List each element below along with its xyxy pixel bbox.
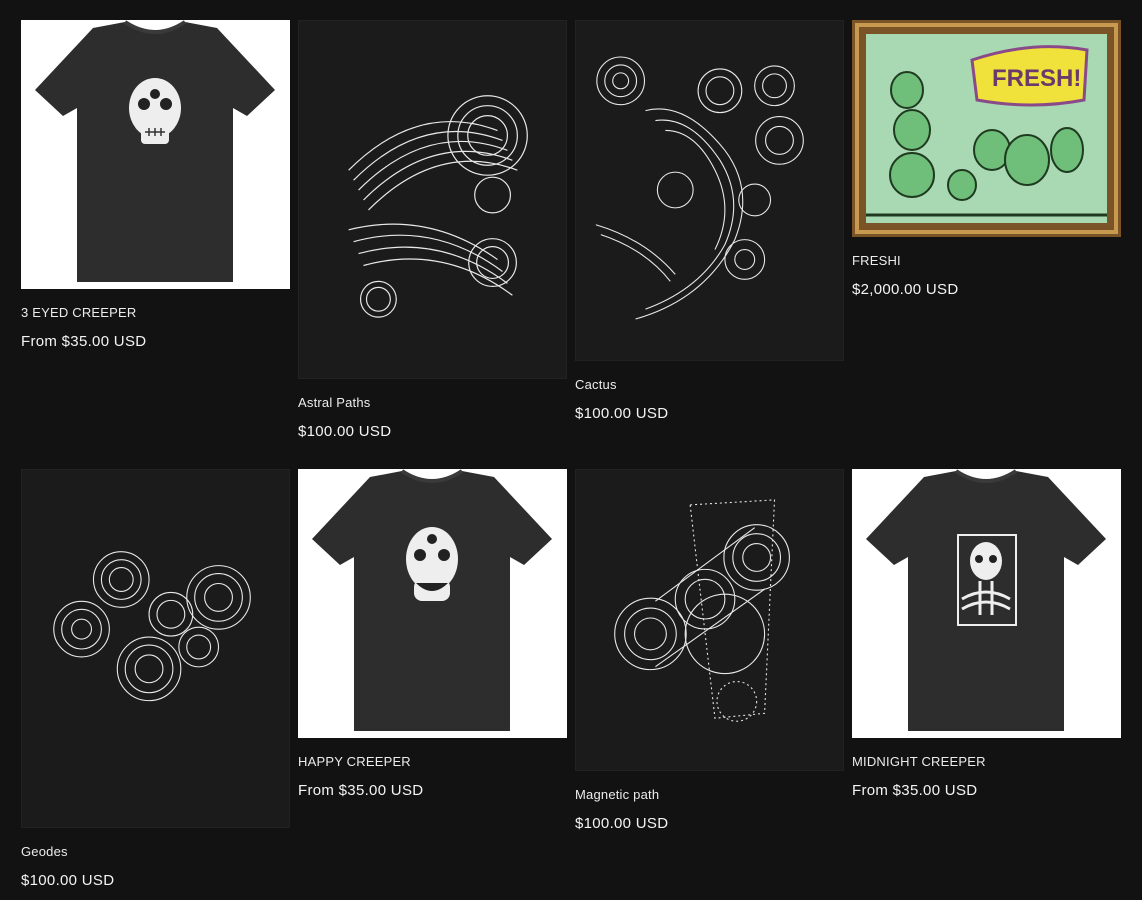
product-image-painting[interactable]: FRESH!: [852, 20, 1121, 237]
product-title[interactable]: Astral Paths: [298, 395, 567, 411]
product-card-astral-paths[interactable]: Astral Paths $100.00 USD: [298, 20, 567, 440]
product-title[interactable]: Geodes: [21, 844, 290, 860]
product-price: $100.00 USD: [575, 815, 669, 832]
product-card-freshi[interactable]: FRESH! FRESHI $2,000.00 USD: [852, 20, 1121, 298]
product-card-3-eyed-creeper[interactable]: 3 EYED CREEPER From $35.00 USD: [21, 20, 290, 350]
product-price: $100.00 USD: [298, 423, 392, 440]
product-image-line-art[interactable]: [575, 20, 844, 361]
product-card-cactus[interactable]: Cactus $100.00 USD: [575, 20, 844, 422]
product-price: $2,000.00 USD: [852, 281, 959, 298]
product-price: $100.00 USD: [21, 872, 115, 889]
product-card-happy-creeper[interactable]: HAPPY CREEPER From $35.00 USD: [298, 469, 567, 799]
svg-text:FRESH!: FRESH!: [992, 65, 1081, 92]
product-title[interactable]: MIDNIGHT CREEPER: [852, 754, 1121, 770]
product-title[interactable]: 3 EYED CREEPER: [21, 305, 290, 321]
product-price: From $35.00 USD: [852, 782, 978, 799]
product-title[interactable]: Cactus: [575, 377, 844, 393]
product-card-magnetic-path[interactable]: Magnetic path $100.00 USD: [575, 469, 844, 832]
product-card-geodes[interactable]: Geodes $100.00 USD: [21, 469, 290, 889]
product-image-tshirt[interactable]: [852, 469, 1121, 738]
product-price: From $35.00 USD: [21, 333, 147, 350]
product-price: From $35.00 USD: [298, 782, 424, 799]
product-image-line-art[interactable]: [21, 469, 290, 828]
product-image-line-art[interactable]: [298, 20, 567, 379]
product-price: $100.00 USD: [575, 405, 669, 422]
product-image-tshirt[interactable]: [298, 469, 567, 738]
product-title[interactable]: Magnetic path: [575, 787, 844, 803]
product-image-line-art[interactable]: [575, 469, 844, 771]
product-image-tshirt[interactable]: [21, 20, 290, 289]
product-card-midnight-creeper[interactable]: MIDNIGHT CREEPER From $35.00 USD: [852, 469, 1121, 799]
product-title[interactable]: HAPPY CREEPER: [298, 754, 567, 770]
product-title[interactable]: FRESHI: [852, 253, 1121, 269]
